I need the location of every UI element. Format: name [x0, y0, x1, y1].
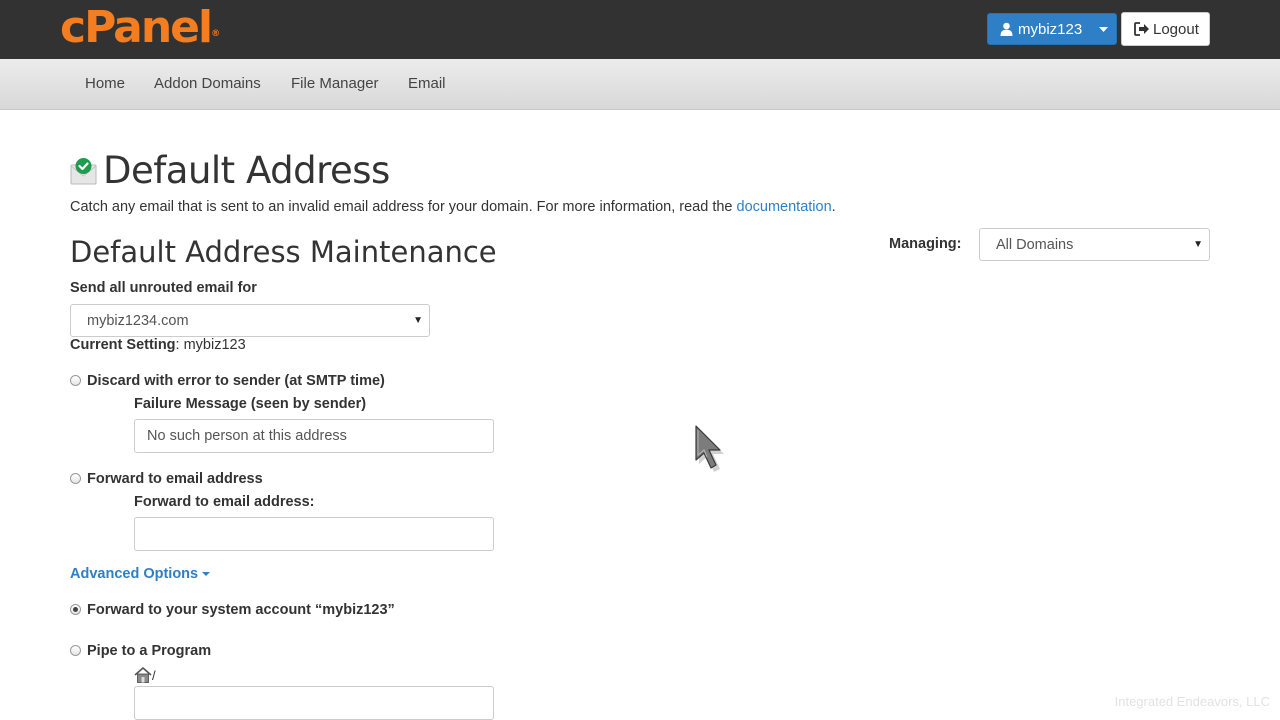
page-title: Default Address: [103, 149, 390, 192]
logout-button[interactable]: Logout: [1121, 12, 1210, 46]
user-name: mybiz123: [1018, 20, 1083, 38]
select-arrow-icon: ▼: [1193, 238, 1203, 250]
failure-message-input[interactable]: No such person at this address: [134, 419, 494, 453]
pipe-program-input[interactable]: [134, 686, 494, 720]
current-setting: Current Setting: mybiz123: [70, 337, 246, 353]
failure-message-label: Failure Message (seen by sender): [134, 396, 367, 412]
system-account-label[interactable]: Forward to your system account “mybiz123…: [87, 602, 395, 618]
forward-email-input[interactable]: [134, 517, 494, 551]
managing-label: Managing:: [889, 236, 962, 252]
forward-email-field-label: Forward to email address:: [134, 494, 315, 510]
forward-radio[interactable]: [70, 473, 81, 484]
pipe-radio[interactable]: [70, 645, 81, 656]
managing-select[interactable]: All Domains ▼: [979, 228, 1210, 261]
advanced-options-toggle[interactable]: Advanced Options: [70, 566, 211, 582]
caret-down-icon: [1098, 26, 1108, 32]
discard-radio[interactable]: [70, 375, 81, 386]
domain-select[interactable]: mybiz1234.com ▼: [70, 304, 430, 337]
nav-item-email[interactable]: Email: [408, 75, 446, 92]
nav-bar: Home Addon Domains File Manager Email: [0, 59, 1280, 110]
forward-label[interactable]: Forward to email address: [87, 471, 263, 487]
select-arrow-icon: ▼: [413, 314, 423, 326]
nav-item-file-manager[interactable]: File Manager: [291, 75, 379, 92]
default-address-icon: [70, 158, 97, 185]
logout-label: Logout: [1153, 20, 1199, 38]
section-title: Default Address Maintenance: [70, 235, 497, 269]
top-bar: cPanel® mybiz123 Logout: [0, 0, 1280, 59]
nav-item-addon-domains[interactable]: Addon Domains: [154, 75, 261, 92]
discard-label[interactable]: Discard with error to sender (at SMTP ti…: [87, 373, 385, 389]
home-path-prefix: /: [134, 667, 156, 683]
home-icon: [134, 667, 152, 683]
user-menu-button[interactable]: mybiz123: [987, 13, 1117, 45]
watermark: Integrated Endeavors, LLC: [1114, 694, 1270, 709]
system-account-radio[interactable]: [70, 604, 81, 615]
user-menu-toggle[interactable]: [1090, 14, 1116, 44]
logout-icon: [1134, 22, 1149, 36]
user-icon: [1000, 22, 1013, 36]
nav-item-home[interactable]: Home: [85, 75, 125, 92]
intro-text: Catch any email that is sent to an inval…: [70, 199, 836, 215]
cpanel-logo[interactable]: cPanel®: [60, 2, 220, 54]
pipe-label[interactable]: Pipe to a Program: [87, 643, 211, 659]
send-unrouted-label: Send all unrouted email for: [70, 280, 257, 296]
mouse-cursor-icon: [695, 425, 724, 472]
documentation-link[interactable]: documentation: [737, 199, 832, 215]
caret-down-icon: [202, 572, 211, 577]
